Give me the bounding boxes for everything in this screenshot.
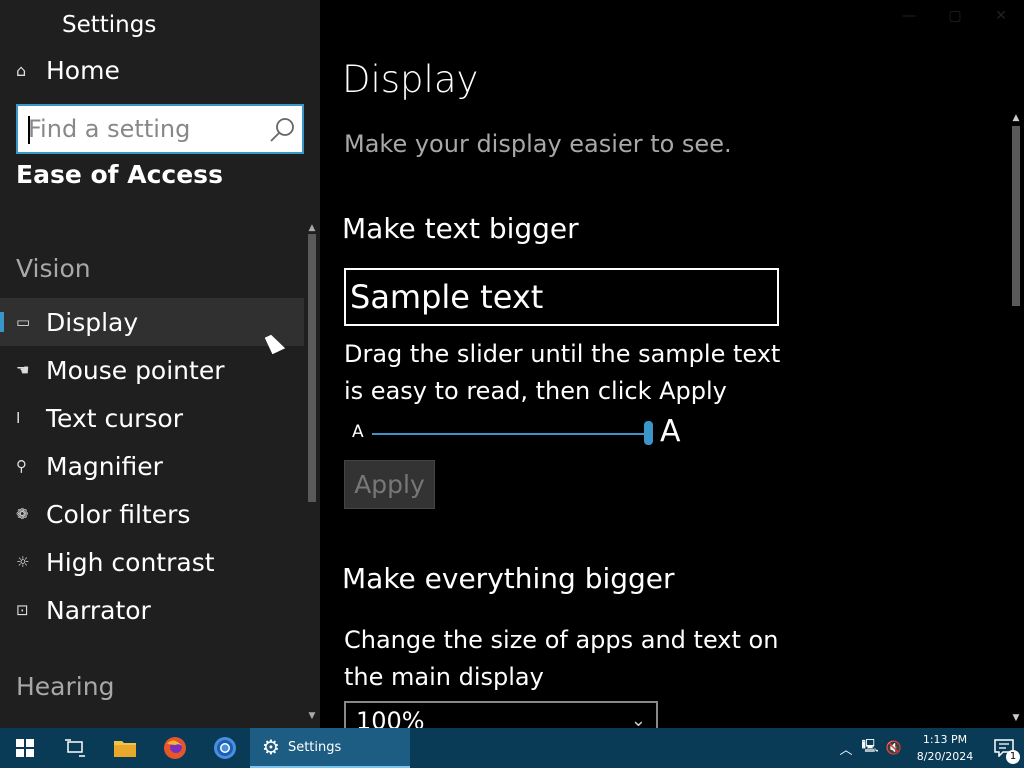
scroll-down-icon[interactable]: ▼ <box>1008 712 1024 724</box>
sidebar-item-label: Display <box>46 307 139 337</box>
text-size-description: Drag the slider until the sample text is… <box>344 340 781 405</box>
sidebar-item-label: Magnifier <box>46 451 163 481</box>
search-box[interactable] <box>16 104 304 154</box>
main-content: — ▢ ✕ Display Make your display easier t… <box>320 0 1024 728</box>
slider-thumb[interactable] <box>644 421 653 445</box>
narrator-icon: ⊡ <box>16 601 29 619</box>
sidebar-item-label: Home <box>46 55 120 85</box>
scroll-up-icon[interactable]: ▲ <box>304 222 320 234</box>
scale-dropdown-value: 100% (Recommended) <box>356 707 425 728</box>
text-caret <box>28 116 30 144</box>
magnifier-icon: ⚲ <box>16 457 27 475</box>
chrome-button[interactable] <box>200 728 250 768</box>
sun-icon: ☼ <box>16 553 30 571</box>
scroll-down-icon[interactable]: ▼ <box>304 710 320 722</box>
firefox-icon <box>164 737 186 759</box>
volume-muted-icon[interactable]: 🔇 <box>882 741 906 756</box>
taskbar: ⚙ Settings ︿ 🖳 🔇 1:13 PM 8/20/2024 1 <box>0 728 1024 768</box>
text-cursor-icon: I <box>16 409 21 427</box>
sidebar-item-mouse-pointer[interactable]: ☚ Mouse pointer <box>0 346 304 394</box>
sidebar-item-text-cursor[interactable]: I Text cursor <box>0 394 304 442</box>
firefox-button[interactable] <box>150 728 200 768</box>
scale-description: Change the size of apps and text on the … <box>344 626 779 691</box>
file-explorer-icon <box>114 741 136 757</box>
apply-button[interactable]: Apply <box>344 460 435 509</box>
home-icon: ⌂ <box>16 60 27 80</box>
heading-make-everything-bigger: Make everything bigger <box>342 562 675 595</box>
sidebar-item-label: Text cursor <box>46 403 183 433</box>
pointer-icon: ☚ <box>16 361 30 379</box>
sample-text-preview: Sample text <box>344 268 779 326</box>
taskbar-app-settings[interactable]: ⚙ Settings <box>250 728 410 768</box>
system-tray: ︿ 🖳 🔇 1:13 PM 8/20/2024 1 <box>834 728 1024 768</box>
sidebar-item-label: Mouse pointer <box>46 355 225 385</box>
notification-badge: 1 <box>1006 750 1020 764</box>
sidebar-item-narrator[interactable]: ⊡ Narrator <box>0 586 304 634</box>
task-view-icon <box>65 739 85 757</box>
page-title: Display <box>342 58 479 101</box>
scale-dropdown[interactable]: 100% (Recommended) ⌄ <box>344 701 658 728</box>
scrollbar-thumb[interactable] <box>308 234 316 502</box>
search-input[interactable] <box>18 115 258 143</box>
page-subtitle: Make your display easier to see. <box>344 130 732 158</box>
clock-date: 8/20/2024 <box>916 750 974 763</box>
sidebar-item-home[interactable]: ⌂ Home <box>0 50 304 90</box>
sidebar-item-color-filters[interactable]: ❁ Color filters <box>0 490 304 538</box>
windows-start-icon <box>16 739 34 757</box>
group-label-hearing: Hearing <box>16 672 115 701</box>
slider-min-label: A <box>352 422 364 442</box>
taskbar-app-label: Settings <box>287 739 342 755</box>
slider-max-label: A <box>660 414 681 449</box>
vision-nav-list: ▭ Display ☚ Mouse pointer I Text cursor ⚲ Magni… <box>0 298 304 634</box>
monitor-icon: ▭ <box>16 313 31 331</box>
search-icon[interactable] <box>268 116 296 144</box>
clock[interactable]: 1:13 PM 8/20/2024 <box>906 731 984 765</box>
sidebar-item-label: Color filters <box>46 499 191 529</box>
sidebar-item-magnifier[interactable]: ⚲ Magnifier <box>0 442 304 490</box>
text-size-slider[interactable]: A A <box>352 414 692 449</box>
sidebar-item-label: High contrast <box>46 547 215 577</box>
chrome-icon <box>214 737 236 759</box>
sidebar-item-display[interactable]: ▭ Display <box>0 298 304 346</box>
app-title: Settings <box>62 12 157 38</box>
sidebar-item-high-contrast[interactable]: ☼ High contrast <box>0 538 304 586</box>
minimize-button[interactable]: — <box>886 0 932 32</box>
clock-time: 1:13 PM <box>922 733 968 746</box>
sidebar-scrollbar[interactable]: ▲ ▼ <box>304 222 320 722</box>
window-controls: — ▢ ✕ <box>886 0 1024 32</box>
close-button[interactable]: ✕ <box>978 0 1024 32</box>
chevron-up-icon[interactable]: ︿ <box>834 739 858 758</box>
heading-make-text-bigger: Make text bigger <box>342 212 579 245</box>
slider-track[interactable] <box>372 433 650 435</box>
start-button[interactable] <box>0 728 50 768</box>
task-view-button[interactable] <box>50 728 100 768</box>
scrollbar-thumb[interactable] <box>1012 126 1020 306</box>
chevron-down-icon: ⌄ <box>630 710 646 728</box>
maximize-button[interactable]: ▢ <box>932 0 978 32</box>
gear-icon: ⚙ <box>262 735 280 759</box>
sidebar-item-label: Narrator <box>46 595 151 625</box>
palette-icon: ❁ <box>16 505 29 523</box>
network-icon[interactable]: 🖳 <box>858 737 882 759</box>
section-title: Ease of Access <box>16 160 223 189</box>
scroll-up-icon[interactable]: ▲ <box>1008 112 1024 124</box>
file-explorer-button[interactable] <box>100 728 150 768</box>
action-center-button[interactable]: 1 <box>984 728 1024 768</box>
main-scrollbar[interactable]: ▲ ▼ <box>1008 112 1024 728</box>
group-label-vision: Vision <box>16 254 91 283</box>
sidebar: Settings ⌂ Home Ease of Access Vision ▭ D… <box>0 0 320 728</box>
